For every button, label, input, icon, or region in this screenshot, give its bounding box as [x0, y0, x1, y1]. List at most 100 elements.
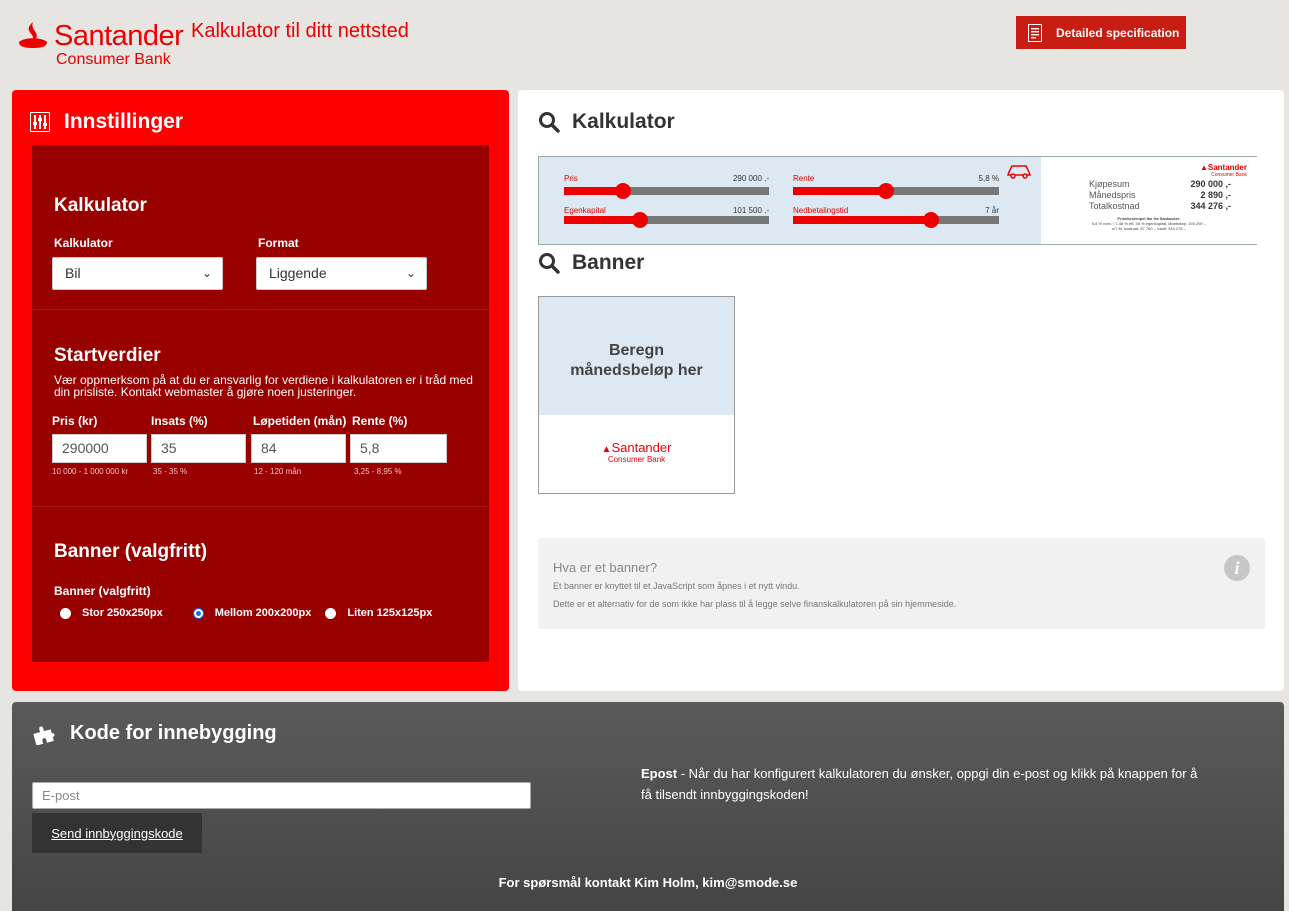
summary-label: Kjøpesum: [1089, 179, 1130, 189]
email-instructions-text: - Når du har konfigurert kalkulatoren du…: [641, 766, 1198, 802]
divider: [32, 309, 489, 310]
slider-value: 290 000 ,-: [732, 174, 769, 183]
radio-medium[interactable]: [192, 607, 204, 619]
start-values-description: Vær oppmerksom på at du er ansvarlig for…: [54, 373, 473, 399]
calculator-preview-title: Kalkulator: [572, 110, 675, 133]
banner-info-box: Hva er et banner? Et banner er knyttet t…: [538, 538, 1265, 629]
send-embed-code-button[interactable]: Send innbyggingskode: [32, 813, 202, 853]
page-tagline: Kalkulator til ditt nettsted: [191, 20, 409, 42]
flame-icon: ▲: [1199, 163, 1208, 172]
summary-label: Totalkostnad: [1089, 201, 1140, 211]
banner-brand-name: Santander: [611, 440, 672, 455]
calculator-select[interactable]: Bil ⌄: [52, 257, 223, 290]
slider-label: Nedbetalingstid: [793, 206, 849, 215]
term-label: Løpetiden (mån): [253, 414, 347, 428]
fine-print-line: o/7 år, kostnad: 57 760 ,- totalt: 344 2…: [1111, 226, 1187, 231]
info-line: Et banner er knyttet til et JavaScript s…: [553, 581, 800, 591]
email-input[interactable]: E-post: [32, 782, 531, 809]
banner-top: Beregn månedsbeløp her: [539, 297, 734, 415]
chevron-down-icon: ⌄: [405, 266, 416, 280]
term-input[interactable]: 84: [251, 434, 346, 463]
detailed-specification-label: Detailed specification: [1056, 25, 1180, 40]
rate-input[interactable]: 5,8: [350, 434, 447, 463]
slider-value: 101 500 ,-: [732, 206, 769, 215]
slider-knob[interactable]: [615, 183, 632, 199]
email-instructions-bold: Epost: [641, 766, 678, 781]
radio-small-label: Liten 125x125px: [347, 607, 433, 619]
document-icon: [1028, 23, 1042, 42]
summary-value: 290 000 ,-: [1190, 179, 1231, 189]
calculator-select-label: Kalkulator: [54, 236, 113, 250]
detailed-specification-button[interactable]: Detailed specification: [1016, 16, 1186, 49]
radio-medium-label: Mellom 200x200px: [214, 607, 312, 619]
slider-fill: [793, 216, 932, 224]
deposit-input[interactable]: 35: [151, 434, 246, 463]
banner-brand-sub: Consumer Bank: [607, 455, 666, 464]
info-icon: i: [1224, 555, 1250, 581]
slider-knob[interactable]: [631, 212, 648, 228]
banner-preview[interactable]: Beregn månedsbeløp her ▲Santander Consum…: [538, 296, 735, 494]
embed-panel: Kode for innebygging E-post Send innbygg…: [12, 702, 1284, 911]
banner-text-line: månedsbeløp her: [570, 362, 703, 379]
banner-section-title: Banner (valgfritt): [54, 541, 208, 562]
slider-fill: [793, 187, 886, 195]
settings-content: Kalkulator Kalkulator Format Bil ⌄ Ligge…: [32, 145, 489, 662]
rate-label: Rente (%): [352, 414, 408, 428]
flame-icon: [19, 22, 47, 48]
puzzle-icon: [33, 726, 55, 745]
slider-label: Egenkapital: [564, 206, 606, 215]
top-bar: Santander Consumer Bank Kalkulator til d…: [0, 0, 1289, 88]
calculator-select-value: Bil: [65, 265, 81, 281]
slider-track[interactable]: [564, 183, 769, 199]
flame-icon: ▲: [601, 444, 612, 455]
summary-value: 2 890 ,-: [1200, 190, 1231, 200]
slider-track[interactable]: [793, 183, 999, 199]
fine-print: Prisekesempel lån fra Santander: 5,8 % n…: [1041, 216, 1257, 231]
settings-panel: Innstillinger Kalkulator Kalkulator Form…: [12, 90, 509, 691]
term-hint: 12 - 120 mån: [254, 467, 302, 476]
banner-preview-header: Banner: [538, 251, 644, 275]
summary-value: 344 276 ,-: [1190, 201, 1231, 211]
calculator-widget-preview[interactable]: Pris 290 000 ,- Egenkapital 101 500 ,- R…: [538, 156, 1257, 245]
slider-track[interactable]: [564, 212, 769, 228]
deposit-label: Insats (%): [151, 414, 208, 428]
deposit-hint: 35 - 35 %: [153, 467, 188, 476]
sliders-icon: [30, 112, 50, 132]
radio-large-label: Stor 250x250px: [82, 607, 163, 619]
email-instructions: Epost - Når du har konfigurert kalkulato…: [641, 763, 1201, 805]
slider-fill: [564, 216, 640, 224]
slider-label: Rente: [793, 174, 815, 183]
mini-brand-name: Santander: [1207, 163, 1247, 172]
format-select-value: Liggende: [269, 265, 327, 281]
search-icon: [539, 253, 560, 274]
banner-text-line: Beregn: [608, 342, 665, 359]
banner-preview-title: Banner: [572, 251, 645, 274]
settings-title: Innstillinger: [64, 110, 184, 133]
slider-knob[interactable]: [923, 212, 940, 228]
brand-subtitle: Consumer Bank: [56, 51, 171, 68]
brand-name: Santander: [54, 20, 184, 52]
embed-header: Kode for innebygging: [32, 722, 277, 745]
format-select[interactable]: Liggende ⌄: [256, 257, 427, 290]
slider-knob[interactable]: [877, 183, 894, 199]
calculator-section-title: Kalkulator: [54, 195, 147, 216]
slider-label: Pris: [564, 174, 578, 183]
price-input[interactable]: 290000: [52, 434, 147, 463]
settings-header: Innstillinger: [30, 110, 183, 134]
chevron-down-icon: ⌄: [201, 266, 212, 280]
format-select-label: Format: [258, 236, 299, 250]
summary-label: Månedspris: [1089, 190, 1136, 200]
info-line: Dette er et alternativ for de som ikke h…: [553, 599, 957, 609]
contact-line: For spørsmål kontakt Kim Holm, kim@smode…: [498, 875, 798, 890]
info-title: Hva er et banner?: [553, 560, 658, 575]
preview-panel: Kalkulator Pris 290 000 ,- Egenkapital 1…: [518, 90, 1284, 691]
banner-logo: ▲Santander Consumer Bank: [539, 440, 734, 464]
santander-mini-logo: ▲Santander Consumer Bank: [1200, 163, 1247, 178]
radio-large[interactable]: [60, 607, 71, 619]
search-icon: [539, 112, 560, 133]
banner-options-label: Banner (valgfritt): [54, 584, 151, 598]
divider: [32, 506, 489, 507]
embed-title: Kode for innebygging: [70, 722, 277, 744]
radio-small[interactable]: [325, 607, 337, 619]
slider-track[interactable]: [793, 212, 999, 228]
